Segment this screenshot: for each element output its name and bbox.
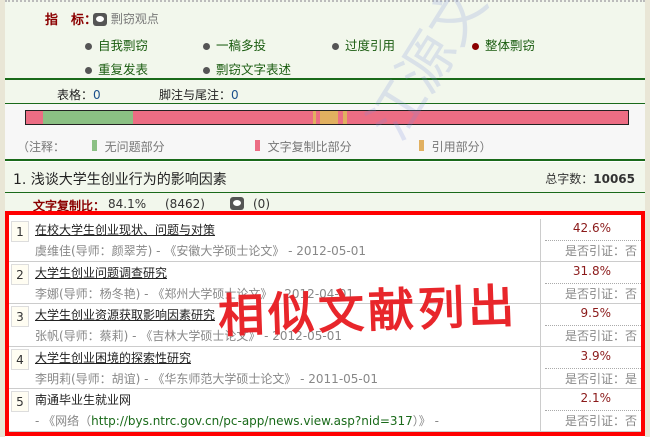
result-number: 2 <box>11 263 29 285</box>
bar-segment-copy <box>26 111 43 124</box>
indicator-section: 指 标： 剽窃观点 自我剽窃 一稿多投 过度引用 整体剽窃 重复发表 剽窃文字表… <box>5 0 645 104</box>
result-source: 虞维佳(导师：颜翠芳) - 《安徽大学硕士论文》 - 2012-05-01 <box>35 244 367 258</box>
result-row: 5 南通毕业生就业网 - 《网络（http://bys.ntrc.gov.cn/… <box>9 389 641 432</box>
footnote-count: 脚注与尾注：0 <box>159 88 239 102</box>
table-count: 表格：0 <box>57 88 101 102</box>
indicator-label: 指 标： <box>45 13 98 28</box>
result-row: 4 大学生创业困境的探索性研究 李明莉(导师：胡谊) - 《华东师范大学硕士论文… <box>9 346 641 390</box>
result-title-link[interactable]: 大学生创业问题调查研究 <box>35 264 167 281</box>
divider <box>5 159 645 161</box>
result-title-link[interactable]: 南通毕业生就业网 <box>35 391 131 408</box>
bar-segment-copy <box>346 111 628 124</box>
indicator-item[interactable]: 过度引用 <box>332 35 395 54</box>
result-row: 1 在校大学生创业现状、问题与对策 虞维佳(导师：颜翠芳) - 《安徽大学硕士论… <box>9 219 641 262</box>
legend-copy: 文字复制比部分 <box>255 138 352 154</box>
result-title-link[interactable]: 在校大学生创业现状、问题与对策 <box>35 221 215 238</box>
result-title-link[interactable]: 大学生创业资源获取影响因素研究 <box>35 306 215 323</box>
similarity-percent: 31.8% <box>572 263 611 278</box>
similarity-bar <box>25 110 629 125</box>
comment-icon <box>93 13 107 26</box>
copy-ratio-row: 文字复制比： 84.1% (8462) (0) <box>5 193 645 213</box>
report-panel: 指 标： 剽窃观点 自我剽窃 一稿多投 过度引用 整体剽窃 重复发表 剽窃文字表… <box>5 0 645 437</box>
legend-prefix: （注释： <box>17 140 66 154</box>
bullet-icon <box>472 43 479 50</box>
source-link[interactable]: http://bys.ntrc.gov.cn/pc-app/news.view.… <box>91 414 413 428</box>
total-words: 总字数：10065 <box>545 172 635 186</box>
cited-status: 是否引证：否 <box>564 414 637 429</box>
section-title: 1. 浅谈大学生创业行为的影响因素 <box>13 172 227 188</box>
similarity-percent: 2.1% <box>580 391 612 406</box>
result-number: 3 <box>11 306 29 328</box>
comment-icon[interactable] <box>230 197 244 210</box>
bullet-icon <box>203 67 210 74</box>
bullet-icon <box>85 43 92 50</box>
result-number: 5 <box>11 391 29 413</box>
cited-status: 是否引证：否 <box>564 286 637 301</box>
indicator-item[interactable]: 整体剽窃 <box>472 35 535 54</box>
view-plagiarism-link[interactable]: 剽窃观点 <box>93 10 159 27</box>
divider <box>5 78 645 80</box>
section-header: 1. 浅谈大学生创业行为的影响因素 总字数：10065 <box>5 162 645 192</box>
cited-status: 是否引证：否 <box>564 329 637 344</box>
cited-status: 是否引证：否 <box>564 244 637 258</box>
bullet-icon <box>85 67 92 74</box>
result-source: - 《网络（http://bys.ntrc.gov.cn/pc-app/news… <box>35 414 439 429</box>
similarity-percent: 42.6% <box>572 221 611 235</box>
annotation-text: 相似文献列出 <box>217 278 519 344</box>
comment-count: (0) <box>253 197 270 211</box>
bar-segment-ok <box>42 111 134 124</box>
copy-ratio-value: 84.1% <box>108 197 147 211</box>
indicator-item[interactable]: 一稿多投 <box>203 35 266 54</box>
result-title-link[interactable]: 大学生创业困境的探索性研究 <box>35 349 191 366</box>
similarity-percent: 9.5% <box>580 306 612 321</box>
result-number: 4 <box>11 348 29 370</box>
bullet-icon <box>332 43 339 50</box>
result-number: 1 <box>11 221 29 242</box>
result-source: 李明莉(导师：胡谊) - 《华东师范大学硕士论文》 - 2011-05-01 <box>35 371 379 386</box>
bar-segment-cite <box>319 111 338 124</box>
similarity-percent: 3.9% <box>580 348 612 363</box>
cited-status: 是否引证：是 <box>564 371 637 386</box>
bar-segment-copy <box>133 111 314 124</box>
bullet-icon <box>203 43 210 50</box>
indicator-item[interactable]: 剽窃文字表述 <box>203 59 291 78</box>
indicator-item[interactable]: 重复发表 <box>85 59 148 78</box>
legend-ok: 无问题部分 <box>92 138 165 154</box>
copy-chars: (8462) <box>165 197 205 211</box>
indicator-item[interactable]: 自我剽窃 <box>85 35 148 54</box>
legend-cite: 引用部分） <box>419 138 492 154</box>
